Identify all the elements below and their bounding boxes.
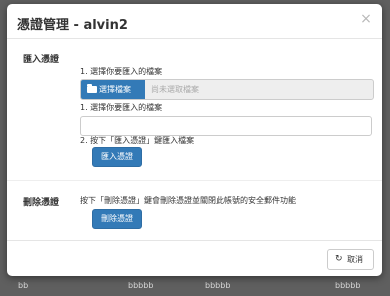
- dialog-title: 憑證管理 - alvin2: [17, 18, 128, 33]
- footer-divider: [7, 240, 382, 241]
- choose-file-button[interactable]: 選擇檔案: [81, 80, 145, 99]
- step2-label: 2. 按下「匯入憑證」鍵匯入檔案: [80, 136, 195, 145]
- import-section-title: 匯入憑證: [23, 55, 60, 65]
- step1-text-label: 1. 選擇你要匯入的檔案: [80, 103, 163, 112]
- certificate-dialog: 憑證管理 - alvin2 × 匯入憑證 1. 選擇你要匯入的檔案 選擇檔案 尚…: [7, 4, 382, 276]
- certificate-path-input[interactable]: [80, 116, 372, 136]
- cancel-label: 取消: [347, 255, 363, 264]
- delete-certificate-button[interactable]: 刪除憑證: [92, 209, 142, 229]
- import-certificate-button[interactable]: 匯入憑證: [92, 147, 142, 167]
- backdrop-cell: bbbbb: [205, 281, 231, 290]
- file-status-text: 尚未選取檔案: [151, 85, 199, 94]
- delete-description: 按下「刪除憑證」鍵會刪除憑證並關閉此帳號的安全郵件功能: [80, 196, 296, 205]
- folder-open-icon: [87, 84, 97, 93]
- close-button[interactable]: ×: [360, 12, 372, 26]
- backdrop-cell: bbbbb: [128, 281, 154, 290]
- cancel-button[interactable]: ↻ 取消: [327, 249, 374, 270]
- delete-section-title: 刪除憑證: [23, 198, 60, 208]
- choose-file-label: 選擇檔案: [99, 85, 131, 94]
- file-picker[interactable]: 選擇檔案 尚未選取檔案: [80, 79, 374, 100]
- step1-file-label: 1. 選擇你要匯入的檔案: [80, 67, 163, 76]
- section-divider: [7, 180, 382, 181]
- dialog-header: 憑證管理 - alvin2 ×: [7, 4, 382, 39]
- backdrop-cell: bbbbb: [335, 281, 361, 290]
- backdrop-cell: bb: [18, 281, 29, 290]
- backdrop-row: bb bbbbb bbbbb bbbbb: [0, 276, 390, 296]
- refresh-icon: ↻: [335, 254, 343, 264]
